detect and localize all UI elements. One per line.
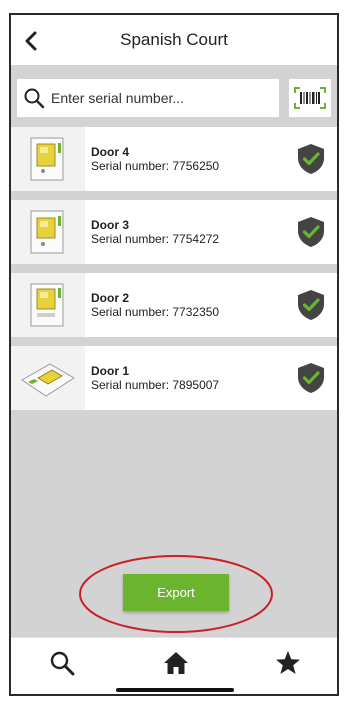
tab-home[interactable] — [161, 648, 191, 678]
search-icon — [50, 651, 75, 676]
export-button[interactable]: Export — [123, 574, 229, 611]
home-indicator — [116, 688, 234, 692]
door-controller-image — [21, 363, 75, 397]
door-controller-image — [30, 210, 64, 254]
list-item[interactable]: Door 4 Serial number: 7756250 — [11, 127, 337, 191]
search-row — [17, 79, 331, 117]
list-item[interactable]: Door 2 Serial number: 7732350 — [11, 273, 337, 337]
door-controller-image — [30, 283, 64, 327]
door-serial: Serial number: 7732350 — [91, 305, 220, 319]
door-info: Door 4 Serial number: 7756250 — [91, 145, 219, 173]
phone-frame: Spanish Court Enter serial number... Doo… — [9, 13, 339, 696]
door-controller-thumbnail — [11, 127, 85, 191]
page-title: Spanish Court — [120, 30, 228, 49]
tab-search[interactable] — [47, 648, 77, 678]
verified-shield-icon — [298, 144, 324, 174]
serial-search-input[interactable] — [51, 90, 271, 106]
search-box[interactable] — [17, 79, 279, 117]
verified-shield-icon — [298, 363, 324, 393]
app-header: Spanish Court — [11, 15, 337, 65]
bottom-tab-bar — [11, 637, 337, 694]
door-controller-thumbnail — [11, 273, 85, 337]
list-item[interactable]: Door 3 Serial number: 7754272 — [11, 200, 337, 264]
home-icon — [164, 652, 188, 674]
door-list: Door 4 Serial number: 7756250 Door 3 Ser… — [11, 127, 337, 419]
barcode-scan-button[interactable] — [289, 79, 331, 117]
door-controller-thumbnail — [11, 346, 85, 410]
back-button[interactable] — [19, 29, 43, 53]
door-info: Door 1 Serial number: 7895007 — [91, 364, 219, 392]
star-icon — [276, 651, 300, 674]
door-name: Door 4 — [91, 145, 130, 159]
verified-shield-icon — [298, 217, 324, 247]
verified-shield-icon — [298, 290, 324, 320]
tab-favorites[interactable] — [273, 648, 303, 678]
door-name: Door 3 — [91, 218, 130, 232]
door-name: Door 1 — [91, 364, 130, 378]
export-area: Export — [77, 553, 275, 635]
door-controller-image — [30, 137, 64, 181]
door-serial: Serial number: 7895007 — [91, 378, 220, 392]
search-icon — [24, 88, 45, 109]
door-name: Door 2 — [91, 291, 130, 305]
door-info: Door 3 Serial number: 7754272 — [91, 218, 219, 246]
back-arrow-icon — [25, 31, 37, 51]
door-serial: Serial number: 7754272 — [91, 232, 220, 246]
door-controller-thumbnail — [11, 200, 85, 264]
list-item[interactable]: Door 1 Serial number: 7895007 — [11, 346, 337, 410]
barcode-icon — [294, 87, 326, 109]
door-info: Door 2 Serial number: 7732350 — [91, 291, 219, 319]
main-content: Door 4 Serial number: 7756250 — [11, 65, 337, 637]
door-serial: Serial number: 7756250 — [91, 159, 220, 173]
